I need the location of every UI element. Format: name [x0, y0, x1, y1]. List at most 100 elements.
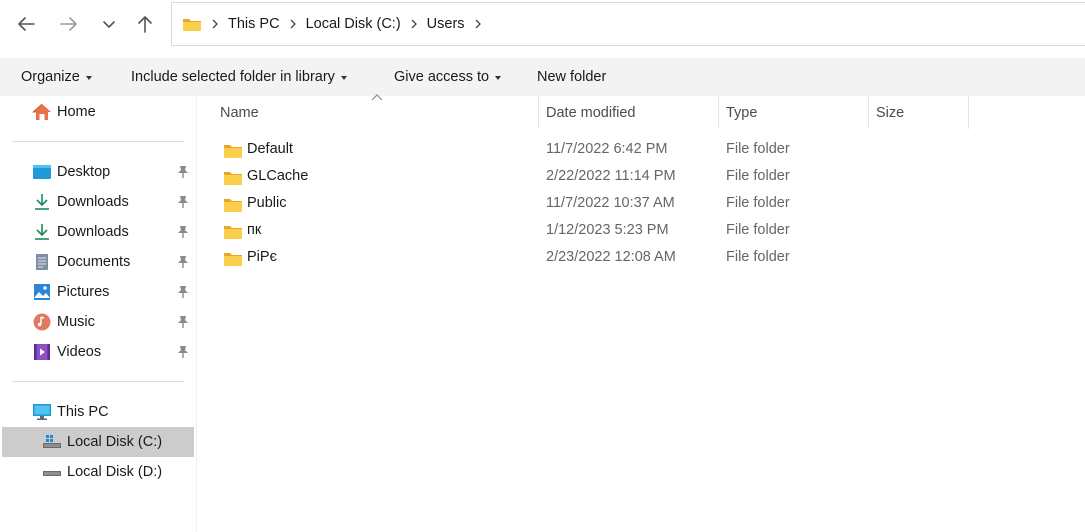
sidebar-item-label: This PC	[57, 404, 109, 420]
file-type: File folder	[726, 141, 790, 157]
sidebar-item-label: Videos	[57, 344, 102, 360]
sidebar-item-pictures[interactable]: Pictures	[2, 277, 194, 307]
file-list: Name Date modified Type Size Default 11/…	[197, 94, 1085, 532]
breadcrumb-local-disk-c[interactable]: Local Disk (C:)	[306, 16, 401, 32]
up-button[interactable]	[130, 10, 160, 38]
navigation-pane: Home Desktop Downloads Downloads Documen…	[0, 96, 197, 532]
table-row[interactable]: GLCache 2/22/2022 11:14 PM File folder	[219, 164, 979, 191]
column-header-date[interactable]: Date modified	[546, 96, 716, 129]
table-row[interactable]: PiPє 2/23/2022 12:08 AM File folder	[219, 245, 979, 272]
file-date: 11/7/2022 10:37 AM	[546, 195, 675, 211]
sidebar-item-documents[interactable]: Documents	[2, 247, 194, 277]
give-access-label: Give access to	[394, 69, 490, 85]
file-date: 2/22/2022 11:14 PM	[546, 168, 676, 184]
column-header-name[interactable]: Name	[220, 96, 538, 129]
file-type: File folder	[726, 222, 790, 238]
sidebar-item-label: Music	[57, 314, 95, 330]
breadcrumb-this-pc[interactable]: This PC	[228, 16, 280, 32]
sidebar-item-desktop[interactable]: Desktop	[2, 157, 194, 187]
column-header-label: Size	[876, 104, 905, 121]
back-button[interactable]	[11, 10, 41, 38]
desktop-icon	[32, 163, 52, 181]
chevron-down-icon	[103, 21, 115, 28]
file-name: Public	[247, 195, 287, 211]
column-divider[interactable]	[718, 96, 719, 129]
sidebar-item-local-disk-c[interactable]: Local Disk (C:)	[2, 427, 194, 457]
column-header-label: Name	[220, 104, 259, 121]
folder-icon	[223, 251, 243, 271]
pin-icon[interactable]	[176, 254, 190, 270]
breadcrumb-users[interactable]: Users	[427, 16, 465, 32]
divider	[12, 381, 184, 382]
forward-button[interactable]	[54, 10, 84, 38]
give-access-button[interactable]: Give access to	[394, 58, 502, 96]
table-row[interactable]: Public 11/7/2022 10:37 AM File folder	[219, 191, 979, 218]
pin-icon[interactable]	[176, 284, 190, 300]
divider	[12, 141, 184, 142]
new-folder-label: New folder	[537, 69, 607, 85]
music-icon	[32, 313, 52, 331]
sidebar-item-label: Home	[57, 104, 96, 120]
file-type: File folder	[726, 168, 790, 184]
sidebar-item-label: Local Disk (D:)	[67, 464, 163, 480]
caret-down-icon	[495, 75, 502, 80]
file-date: 11/7/2022 6:42 PM	[546, 141, 668, 157]
sidebar-item-downloads[interactable]: Downloads	[2, 187, 194, 217]
sidebar-item-label: Desktop	[57, 164, 111, 180]
drive-icon	[42, 463, 62, 481]
table-row[interactable]: пк 1/12/2023 5:23 PM File folder	[219, 218, 979, 245]
sidebar-item-label: Downloads	[57, 224, 129, 240]
navigation-bar: This PC Local Disk (C:) Users	[0, 0, 1085, 50]
arrow-up-icon	[138, 16, 152, 33]
sidebar-item-home[interactable]: Home	[2, 97, 194, 127]
folder-icon	[223, 224, 243, 244]
sidebar-item-music[interactable]: Music	[2, 307, 194, 337]
breadcrumb-chevron-icon[interactable]	[202, 14, 228, 34]
caret-down-icon	[340, 75, 347, 80]
breadcrumb-chevron-icon[interactable]	[401, 14, 427, 34]
table-row[interactable]: Default 11/7/2022 6:42 PM File folder	[219, 137, 979, 164]
home-icon	[32, 103, 52, 121]
pin-icon[interactable]	[176, 164, 190, 180]
pin-icon[interactable]	[176, 344, 190, 360]
caret-down-icon	[85, 75, 92, 80]
folder-icon	[182, 16, 202, 32]
sidebar-item-downloads[interactable]: Downloads	[2, 217, 194, 247]
file-date: 2/23/2022 12:08 AM	[546, 249, 676, 265]
folder-icon	[223, 197, 243, 217]
include-in-library-button[interactable]: Include selected folder in library	[131, 58, 347, 96]
pin-icon[interactable]	[176, 224, 190, 240]
sidebar-item-this-pc[interactable]: This PC	[2, 397, 194, 427]
command-bar: Organize Include selected folder in libr…	[0, 58, 1085, 96]
pictures-icon	[32, 283, 52, 301]
breadcrumb-chevron-icon[interactable]	[465, 14, 491, 34]
file-type: File folder	[726, 249, 790, 265]
organize-label: Organize	[21, 69, 80, 85]
file-type: File folder	[726, 195, 790, 211]
download-icon	[32, 193, 52, 211]
column-divider[interactable]	[538, 96, 539, 129]
videos-icon	[32, 343, 52, 361]
new-folder-button[interactable]: New folder	[537, 58, 606, 96]
file-date: 1/12/2023 5:23 PM	[546, 222, 669, 238]
computer-icon	[32, 403, 52, 421]
column-header-label: Type	[726, 104, 758, 121]
column-divider[interactable]	[968, 96, 969, 129]
sidebar-item-local-disk-d[interactable]: Local Disk (D:)	[2, 457, 194, 487]
download-icon	[32, 223, 52, 241]
organize-button[interactable]: Organize	[21, 58, 92, 96]
sidebar-item-videos[interactable]: Videos	[2, 337, 194, 367]
address-bar[interactable]: This PC Local Disk (C:) Users	[171, 2, 1085, 46]
breadcrumb-chevron-icon[interactable]	[280, 14, 306, 34]
drive-windows-icon	[42, 433, 62, 451]
pin-icon[interactable]	[176, 314, 190, 330]
file-name: GLCache	[247, 168, 309, 184]
column-header-type[interactable]: Type	[726, 96, 866, 129]
column-divider[interactable]	[868, 96, 869, 129]
arrow-right-icon	[60, 17, 77, 31]
pin-icon[interactable]	[176, 194, 190, 210]
recent-locations-button[interactable]	[94, 10, 124, 38]
file-name: PiPє	[247, 249, 277, 265]
folder-icon	[223, 170, 243, 190]
column-header-size[interactable]: Size	[876, 96, 966, 129]
